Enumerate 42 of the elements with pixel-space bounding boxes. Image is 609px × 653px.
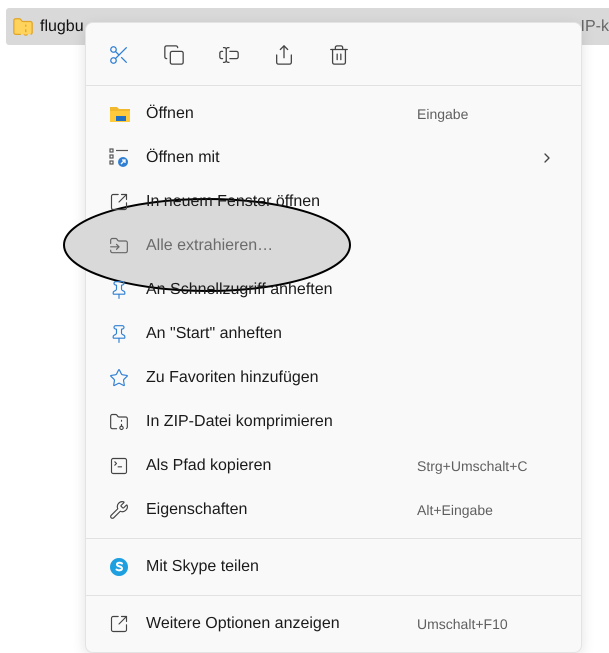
- path-icon: [109, 456, 129, 476]
- menu-item[interactable]: Öffnen Eingabe: [86, 92, 581, 136]
- delete-icon: [328, 44, 350, 66]
- menu-item-label: Zu Favoriten hinzufügen: [146, 369, 320, 387]
- file-type: IP-k: [580, 18, 609, 36]
- menu-item-label: Als Pfad kopieren: [146, 457, 272, 475]
- share-icon: [273, 44, 295, 66]
- menu-item[interactable]: An "Start" anheften: [86, 312, 581, 356]
- menu-item[interactable]: Öffnen mit: [86, 136, 581, 180]
- menu-item[interactable]: Als Pfad kopieren Strg+Umschalt+C: [86, 444, 581, 488]
- shortcut-text: Eingabe: [417, 106, 468, 122]
- shortcut-text: Umschalt+F10: [417, 616, 508, 632]
- menu-item-label: Alle extrahieren…: [146, 237, 274, 255]
- file-name: flugbu: [40, 18, 84, 36]
- skype-logo-icon: [109, 557, 129, 577]
- copy-icon: [163, 44, 185, 66]
- shortcut-text: Strg+Umschalt+C: [417, 458, 528, 474]
- menu-item-label: Mit Skype teilen: [146, 558, 260, 576]
- menu-item-label: Eigenschaften: [146, 501, 248, 519]
- folder-icon: [109, 104, 131, 124]
- menu-item[interactable]: In ZIP-Datei komprimieren: [86, 400, 581, 444]
- rename-icon: [218, 44, 240, 66]
- menu-item-label: Öffnen: [146, 105, 195, 123]
- menu-item-label: An "Start" anheften: [146, 325, 283, 343]
- star-icon: [109, 368, 129, 388]
- expand-icon: [109, 614, 129, 634]
- menu-item[interactable]: Eigenschaften Alt+Eingabe: [86, 488, 581, 532]
- menu-item-label: In ZIP-Datei komprimieren: [146, 413, 334, 431]
- apps-list-icon: [109, 148, 129, 168]
- shortcut-text: Alt+Eingabe: [417, 502, 493, 518]
- menu-item-label: Öffnen mit: [146, 149, 221, 167]
- menu-item[interactable]: Alle extrahieren…: [86, 224, 581, 268]
- new-window-icon: [109, 192, 129, 212]
- menu-item[interactable]: Mit Skype teilen: [86, 545, 581, 589]
- zip-folder-icon: [12, 16, 34, 38]
- menu-item-label: Weitere Optionen anzeigen: [146, 615, 341, 633]
- zip-folder-icon: [109, 412, 129, 432]
- folder-extract-icon: [109, 236, 129, 256]
- menu-item[interactable]: Zu Favoriten hinzufügen: [86, 356, 581, 400]
- cut-icon: [108, 44, 130, 66]
- menu-item[interactable]: Weitere Optionen anzeigen Umschalt+F10: [86, 602, 581, 646]
- wrench-icon: [109, 500, 129, 520]
